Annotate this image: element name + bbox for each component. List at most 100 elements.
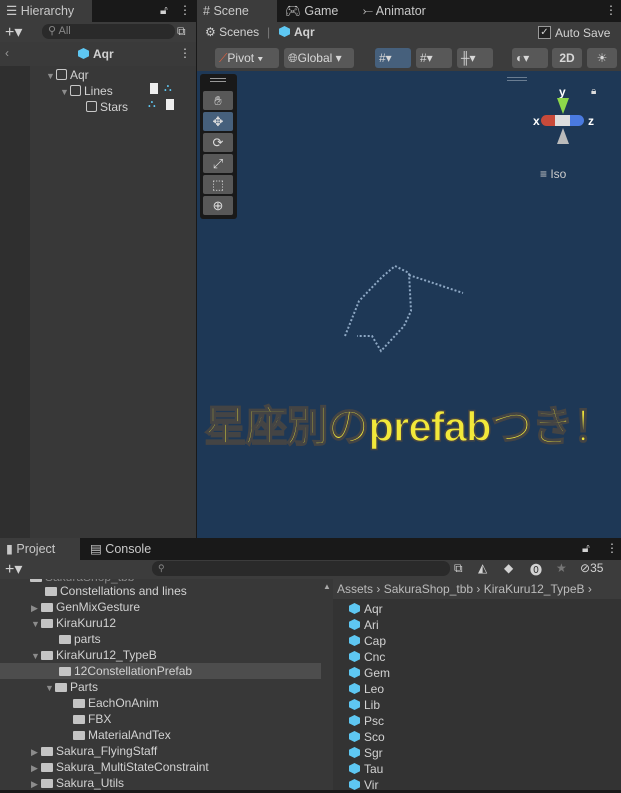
folder-item[interactable]: ▶ Sakura_FlyingStaff [31,743,157,759]
shading-dropdown[interactable]: ◐▾ [512,48,548,68]
hierarchy-item[interactable]: ▼ Aqr [46,67,89,83]
asset-item[interactable]: Sgr [349,745,390,761]
tab-animator[interactable]: ⤚ Animator [357,0,426,22]
rect-tool[interactable]: ⬚ [203,175,233,194]
folder-item[interactable]: ▶ Sakura_MultiStateConstraint [31,759,209,775]
global-dropdown[interactable]: 🌐︎Global ▾ [284,48,354,68]
favorite-icon[interactable]: ★ [556,561,567,575]
filter-type-icon[interactable]: ◭ [478,561,487,575]
hierarchy-toolbar: +▾ ⚲ All ⧉ [0,22,196,42]
more-icon[interactable]: ⋮ [179,46,191,60]
log-icon[interactable]: ⓿ [530,561,542,578]
orientation-gizmo[interactable]: y x z ≡ Iso [527,85,607,195]
project-toolbar: +▾ ⚲ ⧉ ◭ ◆ ⓿ ★ ⊘35 [0,560,621,579]
add-button[interactable]: +▾ [5,559,22,579]
more-icon[interactable]: ⋮ [606,541,618,555]
hidden-count: 35 [590,561,604,575]
project-tabbar: ▮ Project ▤ Console 🔓︎ ⋮ [0,538,621,560]
snap-increment-dropdown[interactable]: #▾ [416,48,452,68]
folder-item[interactable]: FBX [73,711,111,727]
hierarchy-tabbar: ☰ Hierarchy 🔓︎ ⋮ [0,0,196,22]
breadcrumb-item[interactable]: SakuraShop_tbb [384,582,473,596]
hierarchy-tree: ▼ Aqr ▼ Lines Stars ⛬ ⛬ [30,66,196,538]
more-icon[interactable]: ⋮ [179,3,191,17]
folder-item-selected[interactable]: 12ConstellationPrefab [0,663,321,679]
hidden-packages-toggle[interactable]: ⊘35 [580,561,603,575]
lighting-toggle[interactable]: ☀ [587,48,617,68]
prefab-title: Aqr [93,47,114,61]
asset-item[interactable]: Cnc [349,649,390,665]
move-tool[interactable]: ✥ [203,112,233,131]
hierarchy-item[interactable]: Stars [86,99,128,115]
tab-game[interactable]: 🎮︎ Game [279,0,338,22]
scene-tabbar: # Scene 🎮︎ Game ⤚ Animator ⋮ [197,0,621,22]
tab-label: Hierarchy [20,4,75,18]
asset-item[interactable]: Aqr [349,601,390,617]
breadcrumb-item[interactable]: Assets [337,582,373,596]
grid-snap-toggle[interactable]: #▾ [375,48,411,68]
asset-item[interactable]: Vir [349,777,390,793]
tab-console[interactable]: ▤ Console [84,538,151,560]
breadcrumb-item[interactable]: KiraKuru12_TypeB [484,582,585,596]
z-axis-cone[interactable] [570,115,584,126]
folder-item[interactable]: EachOnAnim [73,695,159,711]
folder-item[interactable]: ▼ Parts [45,679,98,695]
project-assets: Assets › SakuraShop_tbb › KiraKuru12_Typ… [333,579,621,793]
lock-icon[interactable]: 🔒︎ [591,86,596,97]
hierarchy-gutter [0,66,30,538]
asset-list: Aqr Ari Cap Cnc Gem Leo Lib Psc Sco Sgr … [349,601,390,793]
projection-label[interactable]: Iso [550,167,566,181]
search-window-icon[interactable]: ⧉ [454,561,463,576]
search-placeholder: All [58,25,71,37]
ruler-dropdown[interactable]: ╫▾ [457,48,493,68]
hierarchy-search-input[interactable]: ⚲ All [42,24,175,39]
tab-scene[interactable]: # Scene [197,0,277,22]
folder-item[interactable]: MaterialAndTex [73,727,171,743]
file-icon [166,99,174,110]
scale-tool[interactable]: ⤢ [203,154,233,173]
folder-item[interactable]: ▼ KiraKuru12_TypeB [31,647,157,663]
asset-item[interactable]: Lib [349,697,390,713]
project-search-input[interactable]: ⚲ [152,561,450,576]
asset-item[interactable]: Tau [349,761,390,777]
scene-viewport[interactable]: y x z ≡ Iso 🔒︎ 星座別のprefabつき！ [197,71,621,538]
auto-save-checkbox[interactable]: ✓ [538,26,551,39]
rotate-tool[interactable]: ⟳ [203,133,233,152]
hand-tool[interactable]: ✋︎ [203,91,233,110]
asset-item[interactable]: Cap [349,633,390,649]
tab-hierarchy[interactable]: ☰ Hierarchy [0,0,92,22]
lock-icon[interactable]: 🔓︎ [582,541,590,556]
overlay-handle[interactable] [507,77,527,81]
y-axis-cone[interactable] [557,98,569,114]
x-axis-cone[interactable] [541,115,555,126]
2d-toggle[interactable]: 2D [552,48,582,68]
add-button[interactable]: +▾ [5,22,22,42]
asset-item[interactable]: Sco [349,729,390,745]
gizmo-center[interactable] [554,115,571,126]
breadcrumb-prefab[interactable]: Aqr [279,25,315,39]
scene-toolbar: ⟋Pivot ▾ 🌐︎Global ▾ #▾ #▾ ╫▾ ◐▾ 2D ☀ [197,44,621,71]
asset-item[interactable]: Ari [349,617,390,633]
drag-handle[interactable] [210,78,226,82]
prefab-header: ‹ Aqr ⋮ [0,42,196,66]
folder-item[interactable]: parts [59,631,101,647]
pivot-dropdown[interactable]: ⟋Pivot ▾ [215,48,279,68]
lock-icon[interactable]: 🔓︎ [160,3,168,18]
folder-item[interactable]: ▼ KiraKuru12 [31,615,116,631]
more-icon[interactable]: ⋮ [605,3,617,17]
asset-item[interactable]: Leo [349,681,390,697]
tab-project[interactable]: ▮ Project [0,538,80,560]
transform-tool[interactable]: ⊕ [203,196,233,215]
asset-item[interactable]: Psc [349,713,390,729]
search-window-icon[interactable]: ⧉ [177,24,186,39]
hierarchy-item[interactable]: ▼ Lines [60,83,113,99]
back-icon[interactable]: ‹ [5,46,9,60]
label-icon[interactable]: ◆ [504,561,513,575]
scene-breadcrumb-bar: ⚙ Scenes | Aqr ✓ Auto Save [197,22,621,44]
breadcrumb-scenes[interactable]: ⚙ Scenes [205,25,259,39]
folder-item[interactable]: Constellations and lines [45,583,187,599]
folder-item[interactable]: ▶ GenMixGesture [31,599,140,615]
folder-item[interactable]: ▶ Sakura_Utils [31,775,124,790]
asset-item[interactable]: Gem [349,665,390,681]
scrollbar[interactable]: ▲ [321,579,333,790]
